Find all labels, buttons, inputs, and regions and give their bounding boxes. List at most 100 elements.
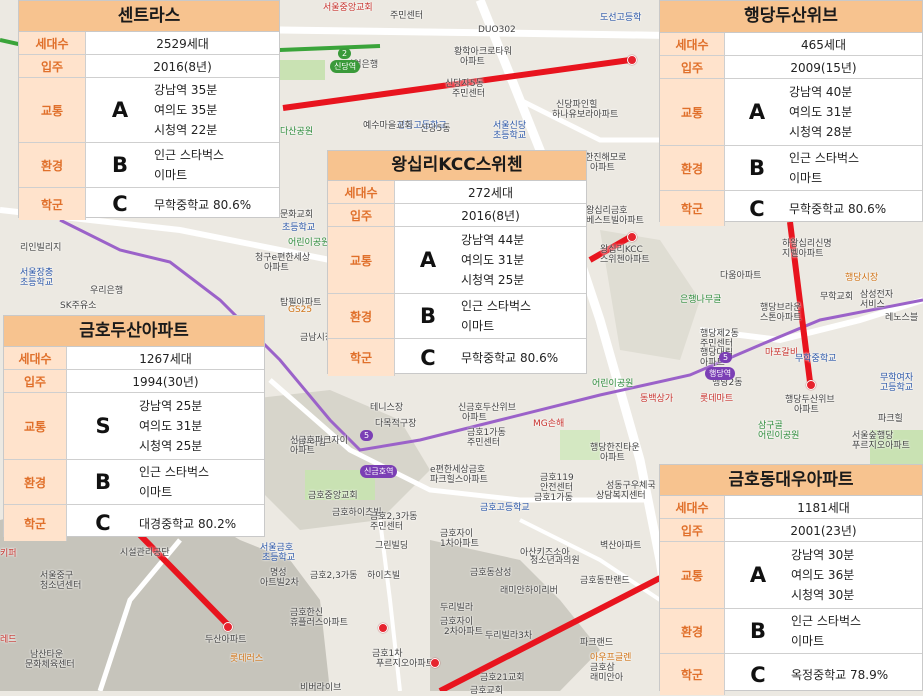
map-place-label: 다움아파트 <box>720 271 762 281</box>
transport-line: 강남역 30분 <box>791 548 855 562</box>
apartment-card-geumho-daewoo: 금호동대우아파트 세대수 1181세대 입주 2001(23년) 교통 A 강남… <box>659 464 923 695</box>
location-pin-icon[interactable] <box>627 55 637 65</box>
environment-grade: B <box>749 619 766 643</box>
map-place-label: SK주유소 <box>60 301 97 311</box>
map-place-label: 두리빌라 <box>440 603 474 613</box>
school-value: 대경중학교 80.2% <box>139 516 237 531</box>
map-place-label: 벽산아파트 <box>600 541 642 551</box>
environment-line: 인근 스타벅스 <box>789 151 860 165</box>
school-label: 학군 <box>328 339 395 376</box>
school-label: 학군 <box>4 505 67 541</box>
school-grade: C <box>95 511 111 535</box>
environment-grade: B <box>111 153 128 177</box>
map-place-label: 레드 <box>0 635 17 645</box>
map-place-label: DUO302 <box>478 25 516 35</box>
households-value: 1181세대 <box>797 500 850 515</box>
transport-label: 교통 <box>660 79 725 145</box>
households-label: 세대수 <box>19 32 86 54</box>
apartment-card-haengdang-doosan-we-ve: 행당두산위브 세대수 465세대 입주 2009(15년) 교통 A 강남역 4… <box>659 0 923 226</box>
households-label: 세대수 <box>660 496 725 518</box>
map-place-label: 금호21교회 <box>480 673 525 683</box>
environment-line: 인근 스타벅스 <box>139 465 210 479</box>
map-place-label: 상담복지센터 <box>596 491 646 501</box>
movein-label: 입주 <box>19 55 86 77</box>
map-place-label: 아파트 <box>290 446 315 456</box>
transport-line: 시청역 22분 <box>154 123 218 137</box>
map-place-label: 청소년과의원 <box>530 556 580 566</box>
map-place-label: 파크힐스아파트 <box>430 475 488 485</box>
transport-label: 교통 <box>4 393 67 459</box>
map-place-label: 하나유보라아파트 <box>552 110 619 120</box>
map-place-label: 레노스블 <box>885 313 919 323</box>
environment-grade: B <box>748 156 765 180</box>
map-place-label: 래미안하이리버 <box>500 586 558 596</box>
location-pin-icon[interactable] <box>378 623 388 633</box>
transport-grade: A <box>749 563 767 587</box>
transport-line: 강남역 40분 <box>789 85 853 99</box>
map-place-label: 비버라이브 <box>300 683 342 693</box>
map-place-label: 래미안아 <box>590 673 624 683</box>
subway-station-badge: 5 <box>360 430 374 441</box>
location-pin-icon[interactable] <box>430 658 440 668</box>
transport-line: 강남역 44분 <box>461 233 525 247</box>
map-place-label: 행당시장 <box>845 273 879 283</box>
environment-line: 이마트 <box>154 168 188 182</box>
map-place-label: 금호고등학교 <box>480 503 530 513</box>
map-place-label: 파크랜드 <box>580 638 614 648</box>
location-pin-icon[interactable] <box>627 232 637 242</box>
map-place-label: 롯데러스 <box>230 654 264 664</box>
school-value: 옥정중학교 78.9% <box>791 668 889 682</box>
map-place-label: 아파트 <box>460 57 485 67</box>
map-place-label: 1차아파트 <box>440 539 479 549</box>
map-place-label: 주민센터 <box>452 89 486 99</box>
map-place-label: 은행나무골 <box>680 295 722 305</box>
map-place-label: 문화체육센터 <box>25 660 75 670</box>
environment-label: 환경 <box>660 146 725 190</box>
map-place-label: 파크힐 <box>878 414 903 424</box>
map-place-label: 무학교회 <box>820 292 854 302</box>
environment-label: 환경 <box>19 143 86 187</box>
apartment-card-wangsimni-kcc-switzen: 왕십리KCC스위첸 세대수 272세대 입주 2016(8년) 교통 A 강남역… <box>327 150 587 376</box>
map-place-label: 금호동판랜드 <box>580 576 630 586</box>
map-place-label: 마포갈비 <box>765 348 799 358</box>
map-place-label: 무학중학교 <box>795 354 837 364</box>
map-place-label: 금호중앙교회 <box>308 491 358 501</box>
environment-grade: B <box>94 470 111 494</box>
map-place-label: 서비스 <box>860 300 885 310</box>
map-place-label: 금호2,3가동 <box>310 571 358 581</box>
map-place-label: 푸르지오아파트 <box>376 659 434 669</box>
households-label: 세대수 <box>660 33 725 55</box>
map-place-label: 주민센터 <box>467 438 501 448</box>
map-place-label: 리인빌리지 <box>20 243 62 253</box>
card-title: 센트라스 <box>19 1 279 32</box>
movein-value: 2016(8년) <box>153 59 212 74</box>
map-place-label: 하이츠빌 <box>367 571 401 581</box>
environment-line: 인근 스타벅스 <box>791 614 862 628</box>
transport-line: 시청역 25분 <box>139 439 203 453</box>
map-place-label: 예수마을교회 <box>363 121 413 131</box>
school-grade: C <box>420 345 436 370</box>
map-place-label: 다산공원 <box>280 127 314 137</box>
map-place-label: 베스트빌아파트 <box>586 216 644 226</box>
movein-label: 입주 <box>4 370 67 392</box>
transport-grade: S <box>95 414 111 438</box>
location-pin-icon[interactable] <box>806 380 816 390</box>
location-pin-icon[interactable] <box>223 622 233 632</box>
map-place-label: MG손해 <box>533 419 565 429</box>
school-value: 무학중학교 80.6% <box>154 197 252 212</box>
movein-label: 입주 <box>660 519 725 541</box>
card-title: 금호두산아파트 <box>4 316 264 347</box>
subway-station-badge: 5 <box>719 352 733 363</box>
map-place-label: 그린빌딩 <box>375 541 409 551</box>
map-place-label: 2차아파트 <box>444 627 483 637</box>
transport-line: 시청역 28분 <box>789 125 853 139</box>
map-place-label: GS25 <box>288 305 313 315</box>
movein-value: 2009(15년) <box>790 60 857 75</box>
movein-value: 2001(23년) <box>790 523 857 538</box>
transport-line: 여의도 31분 <box>139 419 203 433</box>
map-place-label: 아파트 <box>794 405 819 415</box>
apartment-card-geumho-doosan: 금호두산아파트 세대수 1267세대 입주 1994(30년) 교통 S 강남역… <box>3 315 265 541</box>
card-title: 왕십리KCC스위첸 <box>328 151 586 181</box>
environment-label: 환경 <box>328 294 395 338</box>
map-place-label: 아파트 <box>600 453 625 463</box>
